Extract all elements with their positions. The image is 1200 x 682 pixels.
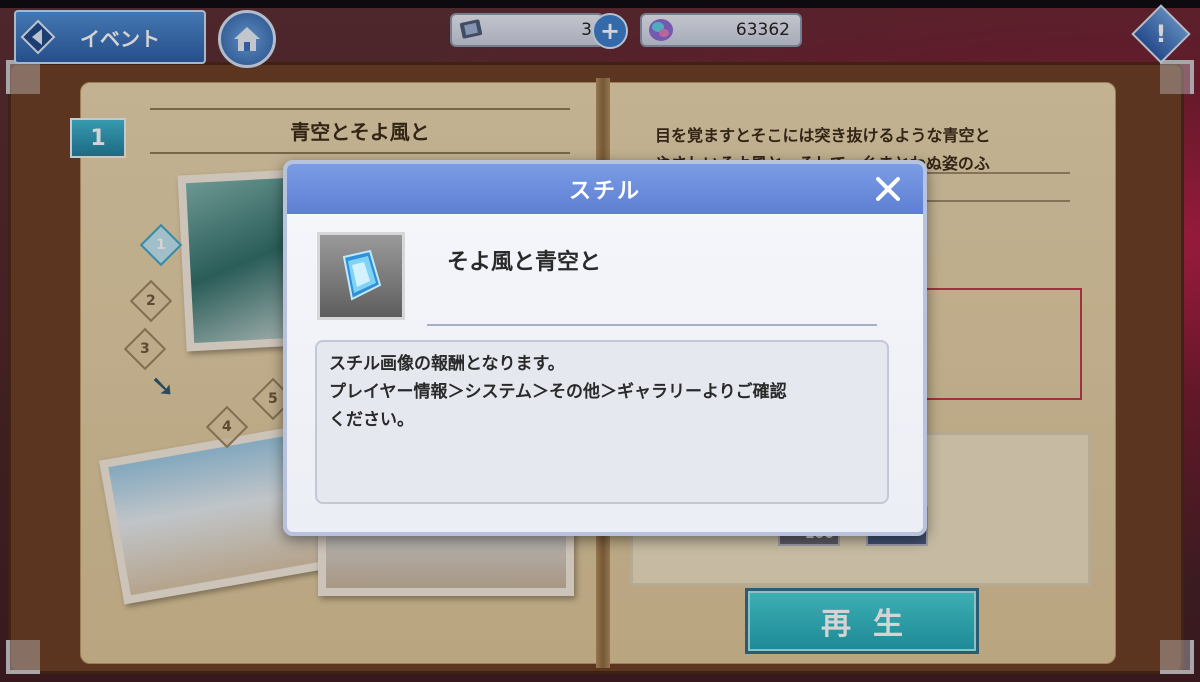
still-reward-dialog: スチル そよ風と青空と スチル画像の報酬となります。 プレイヤー情報＞システム＞… [283,160,927,536]
item-name: そよ風と青空と [447,250,602,275]
close-icon [876,177,900,201]
item-icon-frame [317,232,405,320]
description-line: スチル画像の報酬となります。 [329,354,565,374]
dialog-header: スチル [287,164,923,214]
dialog-title: スチル [568,179,641,204]
item-description: スチル画像の報酬となります。 プレイヤー情報＞システム＞その他＞ギャラリーよりご… [315,340,889,504]
description-line: ください。 [329,410,414,430]
dialog-divider [427,324,877,326]
description-line: プレイヤー情報＞システム＞その他＞ギャラリーよりご確認 [329,382,787,402]
still-book-icon [342,249,382,301]
close-button[interactable] [869,170,907,208]
